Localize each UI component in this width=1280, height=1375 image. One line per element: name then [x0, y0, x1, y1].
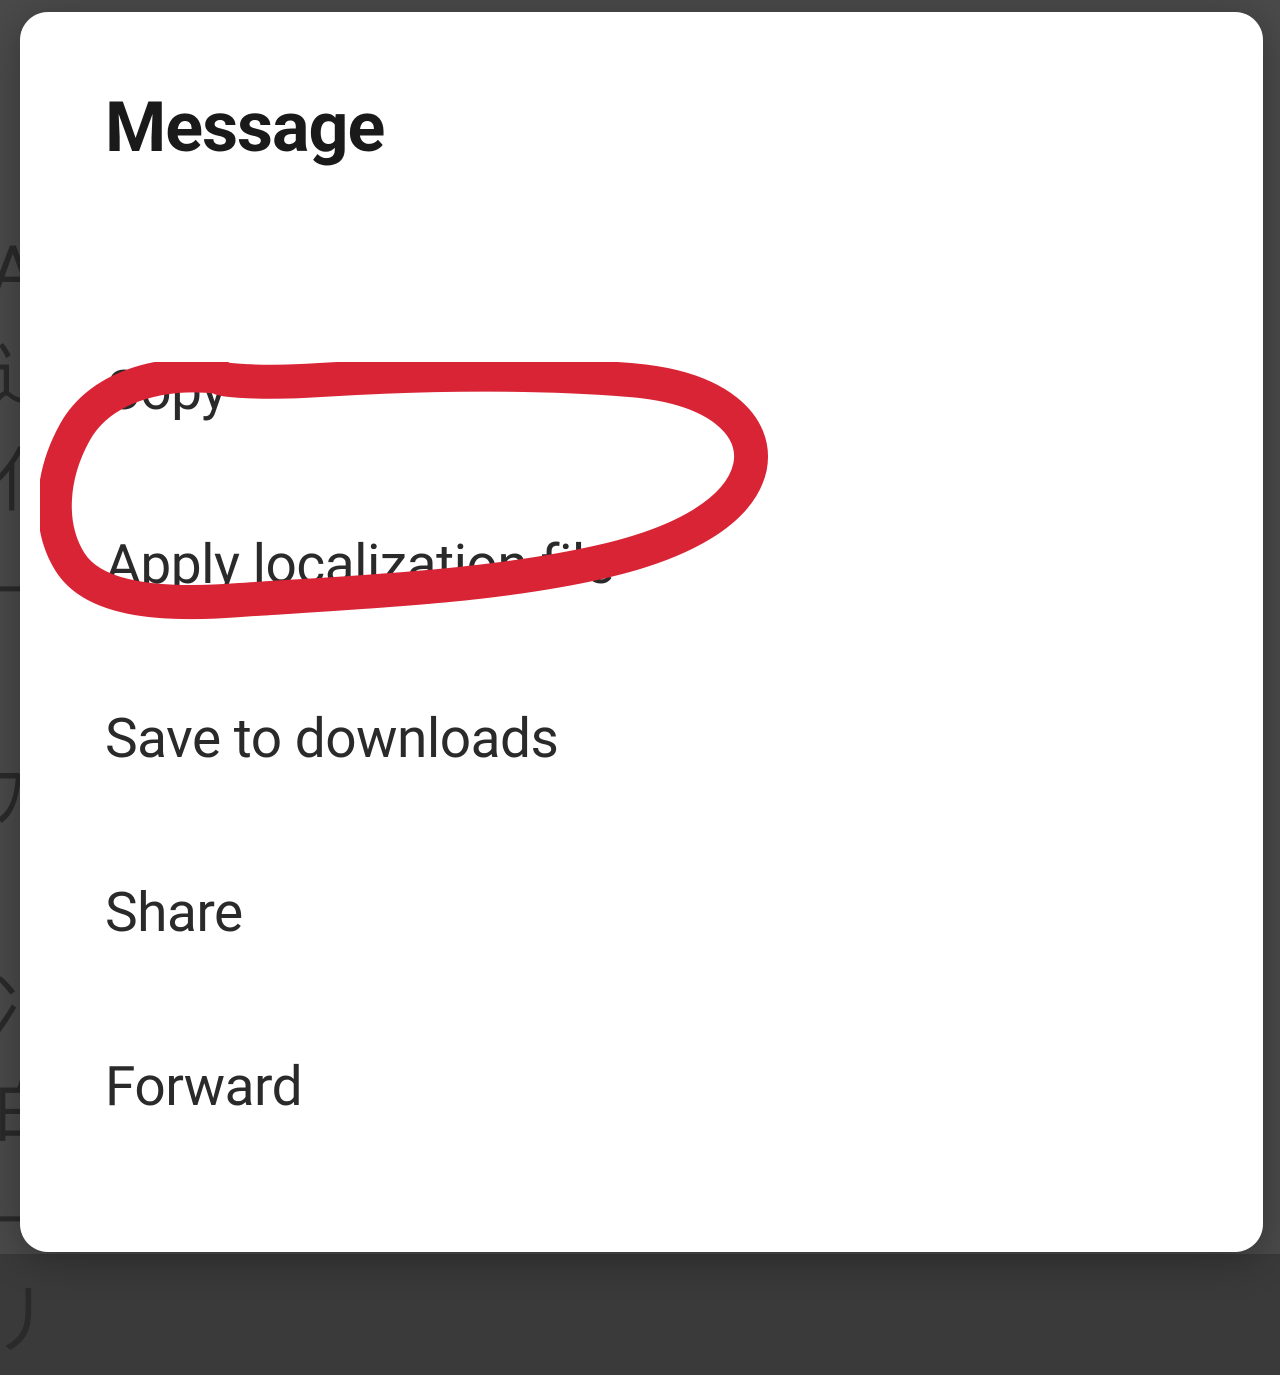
dialog-title: Message	[105, 87, 1178, 169]
menu-item-save-to-downloads[interactable]: Save to downloads	[105, 652, 1178, 826]
message-context-menu: Message Copy Apply localization file Sav…	[20, 12, 1263, 1252]
menu-item-share[interactable]: Share	[105, 826, 1178, 1000]
menu-item-apply-localization-file[interactable]: Apply localization file	[105, 478, 1178, 652]
menu-item-copy[interactable]: Copy	[105, 304, 1178, 478]
menu-item-forward[interactable]: Forward	[105, 1000, 1178, 1174]
